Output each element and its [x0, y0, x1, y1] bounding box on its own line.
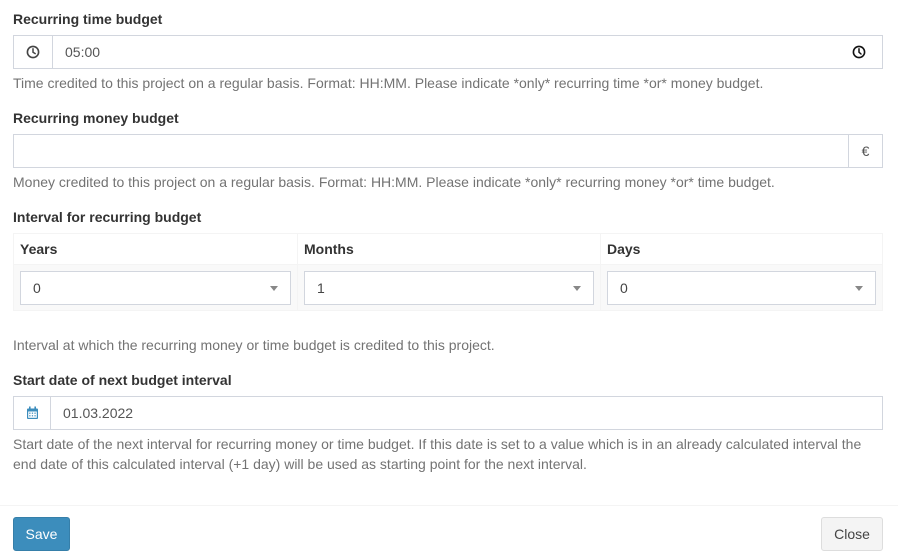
months-header: Months	[298, 234, 600, 265]
start-date-help: Start date of the next interval for recu…	[13, 436, 862, 472]
recurring-time-budget-group	[13, 35, 883, 69]
chevron-down-icon	[855, 285, 863, 291]
recurring-time-budget-input[interactable]	[53, 36, 836, 68]
interval-table: Years 0 Months 1 Days 0	[13, 233, 883, 311]
recurring-time-budget-help: Time credited to this project on a regul…	[13, 75, 764, 91]
interval-label: Interval for recurring budget	[13, 209, 202, 225]
years-header: Years	[14, 234, 297, 265]
recurring-money-budget-input[interactable]	[14, 135, 848, 167]
start-date-input[interactable]	[51, 397, 882, 429]
recurring-money-budget-label: Recurring money budget	[13, 110, 179, 126]
euro-icon: €	[848, 135, 882, 167]
calendar-icon[interactable]	[14, 397, 51, 429]
days-select[interactable]: 0	[607, 271, 876, 305]
interval-days-column: Days 0	[601, 234, 882, 310]
start-date-group	[13, 396, 883, 430]
recurring-money-budget-group: €	[13, 134, 883, 168]
time-picker-clock-icon[interactable]	[836, 36, 882, 68]
close-button[interactable]: Close	[821, 517, 883, 551]
days-selected-value: 0	[620, 280, 628, 296]
chevron-down-icon	[573, 285, 581, 291]
modal-footer: Save Close	[0, 505, 898, 560]
save-button[interactable]: Save	[13, 517, 70, 551]
interval-months-column: Months 1	[298, 234, 601, 310]
modal-body: Recurring time budget Time credited to t…	[0, 0, 898, 505]
start-date-label: Start date of next budget interval	[13, 372, 232, 388]
months-selected-value: 1	[317, 280, 325, 296]
years-selected-value: 0	[33, 280, 41, 296]
clock-icon	[14, 36, 53, 68]
recurring-money-budget-help: Money credited to this project on a regu…	[13, 174, 775, 190]
chevron-down-icon	[270, 285, 278, 291]
years-select[interactable]: 0	[20, 271, 291, 305]
interval-help: Interval at which the recurring money or…	[13, 337, 495, 353]
months-select[interactable]: 1	[304, 271, 594, 305]
interval-years-column: Years 0	[14, 234, 298, 310]
recurring-time-budget-label: Recurring time budget	[13, 11, 163, 27]
days-header: Days	[601, 234, 882, 265]
